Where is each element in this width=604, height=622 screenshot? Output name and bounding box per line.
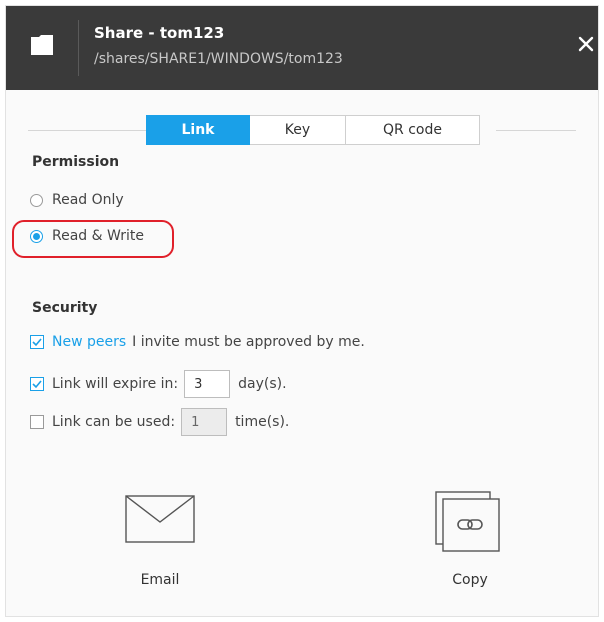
dialog-title: Share - tom123 [94, 24, 225, 42]
checkmark-icon [32, 380, 42, 389]
folder-icon [31, 35, 53, 55]
expire-checkbox[interactable] [30, 377, 44, 391]
expire-label: Link will expire in: [52, 376, 179, 392]
new-peers-text: I invite must be approved by me. [132, 334, 365, 350]
expire-unit: day(s). [238, 376, 287, 392]
tab-key[interactable]: Key [250, 115, 346, 145]
tab-link[interactable]: Link [146, 115, 250, 145]
new-peers-link[interactable]: New peers [52, 334, 126, 350]
permission-read-write[interactable]: Read & Write [30, 228, 144, 244]
read-write-label: Read & Write [52, 228, 144, 244]
expire-days-input[interactable]: 3 [184, 370, 231, 398]
read-write-radio[interactable] [30, 229, 43, 243]
read-only-radio[interactable] [30, 193, 43, 207]
close-icon[interactable] [578, 36, 594, 52]
tab-divider-left [28, 130, 146, 131]
usage-count-input[interactable]: 1 [181, 408, 228, 436]
copy-label[interactable]: Copy [430, 572, 510, 588]
email-label[interactable]: Email [120, 572, 200, 588]
copy-link-icon[interactable] [434, 490, 504, 554]
share-tabs: Link Key QR code [146, 115, 480, 145]
read-only-label: Read Only [52, 192, 124, 208]
permission-read-only[interactable]: Read Only [30, 192, 124, 208]
checkmark-icon [32, 338, 42, 347]
new-peers-checkbox[interactable] [30, 335, 44, 349]
header-divider [78, 20, 79, 76]
permission-title: Permission [32, 154, 120, 170]
dialog-header: Share - tom123 /shares/SHARE1/WINDOWS/to… [6, 6, 598, 90]
usage-unit: time(s). [235, 414, 290, 430]
tab-qr-code[interactable]: QR code [346, 115, 480, 145]
share-path: /shares/SHARE1/WINDOWS/tom123 [94, 51, 343, 67]
envelope-icon[interactable] [124, 494, 196, 544]
share-dialog: Share - tom123 /shares/SHARE1/WINDOWS/to… [5, 5, 599, 617]
usage-label: Link can be used: [52, 414, 176, 430]
usage-option: Link can be used: 1 time(s). [30, 408, 289, 436]
usage-checkbox[interactable] [30, 415, 44, 429]
security-title: Security [32, 300, 98, 316]
tab-divider-right [496, 130, 576, 131]
new-peers-option: New peers I invite must be approved by m… [30, 334, 365, 350]
expire-option: Link will expire in: 3 day(s). [30, 370, 287, 398]
